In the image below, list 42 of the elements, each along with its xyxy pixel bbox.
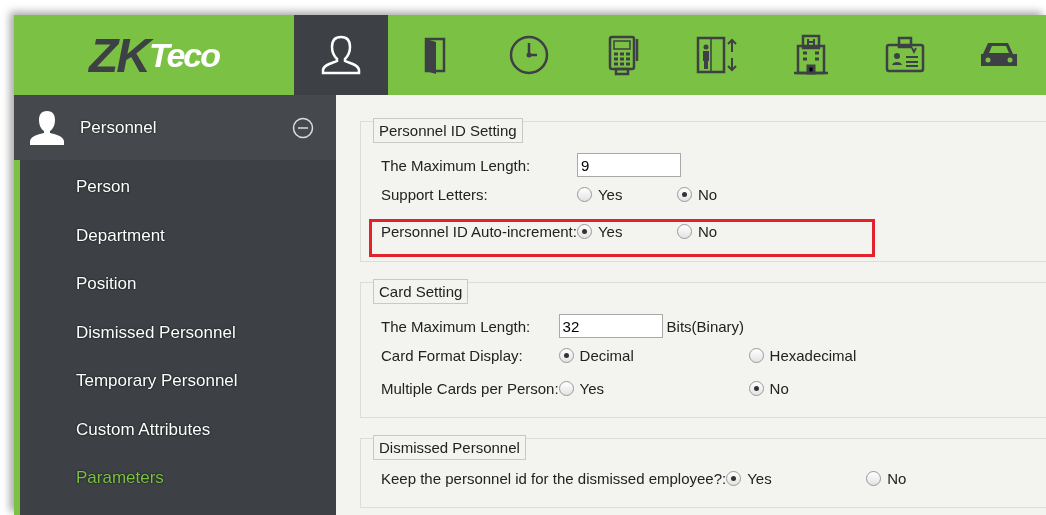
field-label: Keep the personnel id for the dismissed employee?: [381,470,727,487]
radio-option[interactable]: No [748,380,857,397]
unit-label: Bits(Binary) [666,317,745,335]
menu-group-title: Personnel [80,117,158,138]
collapse-icon[interactable] [292,116,314,139]
id-card-icon [884,35,926,75]
field-label: Multiple Cards per Person: [381,380,559,397]
group-title: Personnel ID Setting [373,118,523,143]
radio-option[interactable]: Hexadecimal [748,347,857,364]
logo: ZKTeco [87,27,221,84]
menu-item[interactable]: Dismissed Personnel [20,308,336,357]
person-icon [319,33,363,77]
field-label: The Maximum Length: [381,317,532,335]
group-title: Dismissed Personnel [373,435,526,460]
radio-option[interactable]: Decimal [558,347,749,364]
menu-item[interactable]: Temporary Personnel [20,357,336,406]
clock-icon [508,34,550,76]
field-label: Personnel ID Auto-increment: [381,223,577,240]
radio-option[interactable]: No [866,470,907,487]
field-label: Support Letters: [381,186,489,203]
menu-item[interactable]: Custom Attributes [20,405,336,454]
elevator-icon [695,34,739,76]
radio-option[interactable]: Yes [558,380,749,397]
group-title: Card Setting [373,279,469,304]
input-field[interactable]: 9 [576,153,681,177]
radio-option[interactable]: Yes [576,186,677,203]
person-icon [28,108,66,147]
menu-item[interactable]: Position [20,260,336,309]
menu-item[interactable]: Person [20,163,336,212]
field-label: Card Format Display: [381,347,524,364]
radio-option[interactable]: Yes [726,470,867,487]
radio-option[interactable]: Yes [576,223,677,240]
radio-option[interactable]: No [676,186,718,203]
menu-item[interactable]: Department [20,211,336,260]
building-icon [792,34,830,76]
input-field[interactable]: 32 [558,314,663,338]
terminal-icon [606,34,640,76]
module-tab[interactable] [294,15,388,95]
menu-item[interactable]: Parameters [20,454,336,503]
radio-option[interactable]: No [676,223,718,240]
field-label: The Maximum Length: [381,156,532,174]
menu-group-header[interactable]: Personnel [14,95,336,160]
